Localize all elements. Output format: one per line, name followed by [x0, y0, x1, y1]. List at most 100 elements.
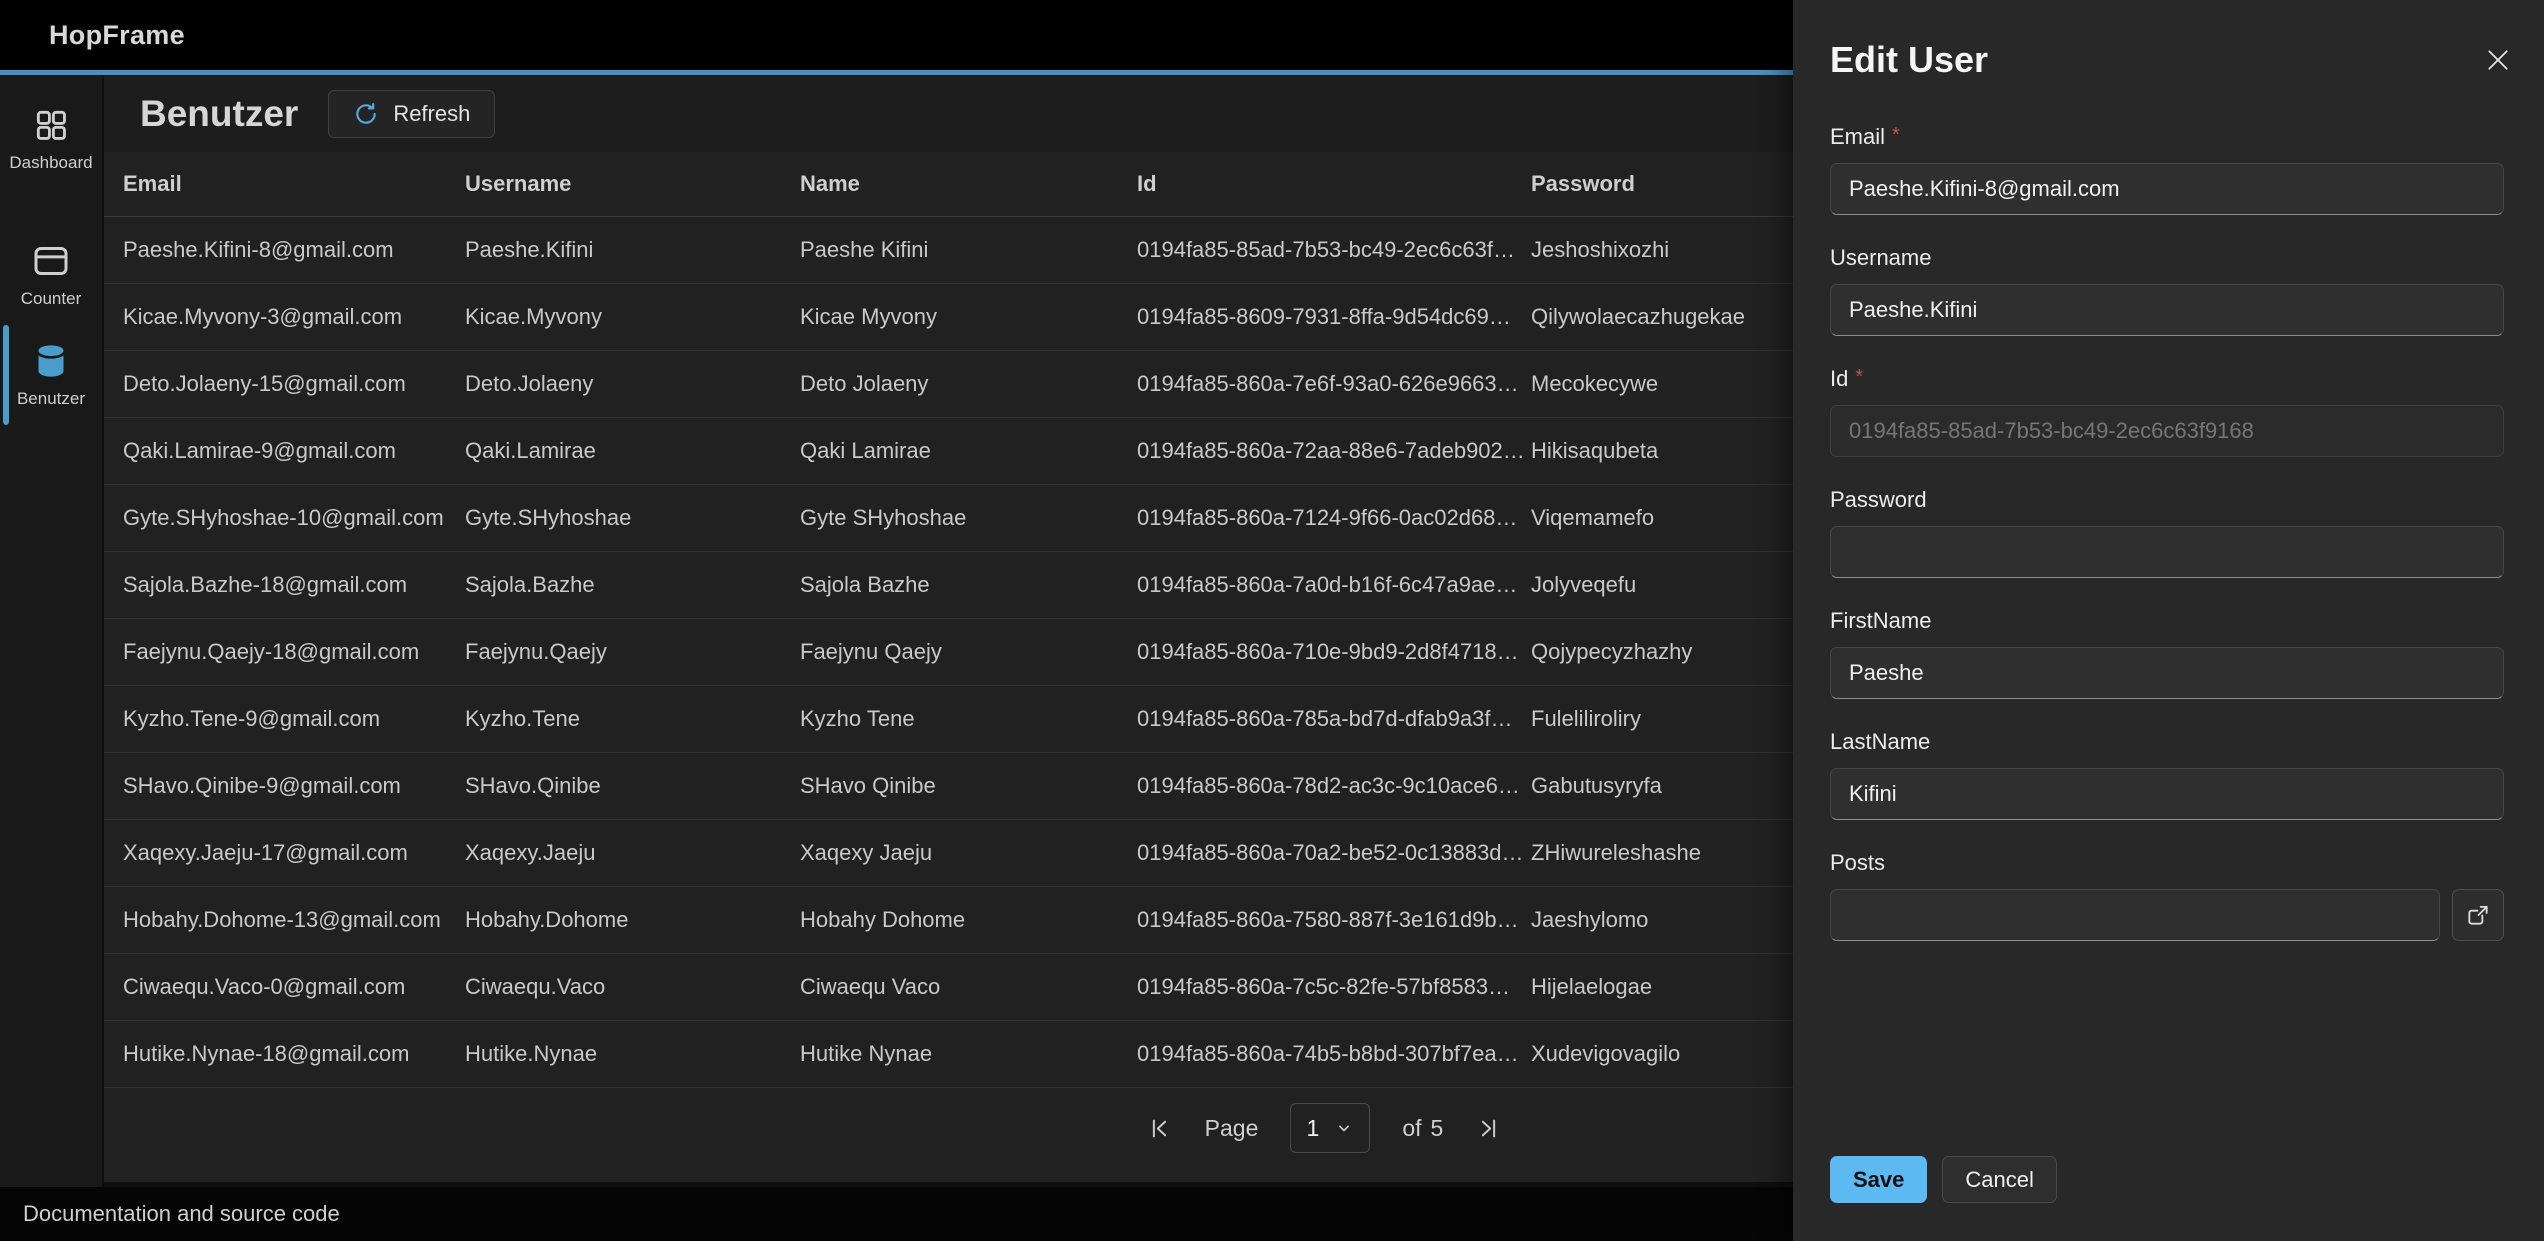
sidebar-item-dashboard[interactable]: Dashboard	[0, 97, 102, 181]
chevron-down-icon	[1334, 1118, 1354, 1138]
email-label: Email	[1830, 124, 1885, 150]
field-id: Id *	[1830, 366, 2504, 457]
refresh-icon	[353, 101, 379, 127]
posts-field[interactable]	[1830, 889, 2440, 941]
save-button[interactable]: Save	[1830, 1156, 1927, 1203]
cell-email: Sajola.Bazhe-18@gmail.com	[104, 572, 465, 598]
cell-id: 0194fa85-860a-710e-9bd9-2d8f4718…	[1137, 639, 1531, 665]
username-field[interactable]	[1830, 284, 2504, 336]
drawer-actions: Save Cancel	[1830, 1156, 2057, 1203]
firstname-label: FirstName	[1830, 608, 1931, 634]
required-asterisk: *	[1855, 366, 1863, 388]
open-external-icon	[2465, 902, 2491, 928]
page-label: Page	[1205, 1115, 1259, 1142]
field-label: Username	[1830, 245, 2504, 271]
cell-email: Xaqexy.Jaeju-17@gmail.com	[104, 840, 465, 866]
page-number-dropdown[interactable]: 1	[1290, 1103, 1370, 1153]
column-header-email: Email	[104, 171, 465, 197]
sidebar-item-label: Counter	[21, 289, 81, 309]
cell-name: Sajola Bazhe	[800, 572, 1137, 598]
sidebar-item-label: Benutzer	[17, 389, 85, 409]
cell-id: 0194fa85-860a-70a2-be52-0c13883d…	[1137, 840, 1531, 866]
drawer-title: Edit User	[1830, 38, 2504, 82]
refresh-label: Refresh	[393, 101, 470, 127]
cell-username: Hobahy.Dohome	[465, 907, 800, 933]
lastname-label: LastName	[1830, 729, 1930, 755]
id-label: Id	[1830, 366, 1848, 392]
sidebar: Dashboard Counter Benutzer	[0, 75, 102, 1187]
first-page-icon[interactable]	[1146, 1115, 1173, 1142]
sidebar-item-benutzer[interactable]: Benutzer	[0, 333, 102, 417]
cell-email: Kicae.Myvony-3@gmail.com	[104, 304, 465, 330]
cell-username: Paeshe.Kifini	[465, 237, 800, 263]
page-count: of 5	[1402, 1115, 1443, 1142]
cell-username: Kyzho.Tene	[465, 706, 800, 732]
cell-username: Faejynu.Qaejy	[465, 639, 800, 665]
posts-label: Posts	[1830, 850, 1885, 876]
app-root: HopFrame Dashboard Counter	[0, 0, 2544, 1241]
cell-username: Hutike.Nynae	[465, 1041, 800, 1067]
current-page: 1	[1306, 1115, 1319, 1142]
last-page-icon[interactable]	[1475, 1115, 1502, 1142]
refresh-button[interactable]: Refresh	[328, 90, 495, 138]
window-icon	[31, 241, 71, 281]
column-header-name: Name	[800, 171, 1137, 197]
cell-email: Kyzho.Tene-9@gmail.com	[104, 706, 465, 732]
cell-email: Qaki.Lamirae-9@gmail.com	[104, 438, 465, 464]
cell-username: Deto.Jolaeny	[465, 371, 800, 397]
cell-email: Paeshe.Kifini-8@gmail.com	[104, 237, 465, 263]
field-posts: Posts	[1830, 850, 2504, 941]
cell-email: Hutike.Nynae-18@gmail.com	[104, 1041, 465, 1067]
cell-username: Sajola.Bazhe	[465, 572, 800, 598]
documentation-link[interactable]: Documentation and source code	[23, 1201, 340, 1227]
cell-name: Faejynu Qaejy	[800, 639, 1137, 665]
cell-name: Hobahy Dohome	[800, 907, 1137, 933]
column-header-username: Username	[465, 171, 800, 197]
sidebar-item-counter[interactable]: Counter	[0, 233, 102, 317]
cell-email: Deto.Jolaeny-15@gmail.com	[104, 371, 465, 397]
cell-id: 0194fa85-860a-78d2-ac3c-9c10ace6…	[1137, 773, 1531, 799]
cell-username: Qaki.Lamirae	[465, 438, 800, 464]
field-label: Id *	[1830, 366, 2504, 392]
close-button[interactable]	[2478, 40, 2518, 80]
field-label: FirstName	[1830, 608, 2504, 634]
cell-username: Xaqexy.Jaeju	[465, 840, 800, 866]
email-field[interactable]	[1830, 163, 2504, 215]
cell-name: Ciwaequ Vaco	[800, 974, 1137, 1000]
firstname-field[interactable]	[1830, 647, 2504, 699]
password-field[interactable]	[1830, 526, 2504, 578]
field-password: Password	[1830, 487, 2504, 578]
grid-icon	[32, 105, 70, 145]
cell-email: Faejynu.Qaejy-18@gmail.com	[104, 639, 465, 665]
total-pages: 5	[1431, 1115, 1444, 1142]
field-label: Email *	[1830, 124, 2504, 150]
username-label: Username	[1830, 245, 1931, 271]
cell-email: Ciwaequ.Vaco-0@gmail.com	[104, 974, 465, 1000]
cell-email: SHavo.Qinibe-9@gmail.com	[104, 773, 465, 799]
field-username: Username	[1830, 245, 2504, 336]
id-field	[1830, 405, 2504, 457]
cell-id: 0194fa85-860a-7124-9f66-0ac02d68…	[1137, 505, 1531, 531]
cell-id: 0194fa85-860a-7c5c-82fe-57bf8583…	[1137, 974, 1531, 1000]
cell-id: 0194fa85-860a-72aa-88e6-7adeb902…	[1137, 438, 1531, 464]
cell-name: SHavo Qinibe	[800, 773, 1137, 799]
cell-name: Qaki Lamirae	[800, 438, 1137, 464]
cell-id: 0194fa85-860a-7a0d-b16f-6c47a9ae…	[1137, 572, 1531, 598]
open-posts-button[interactable]	[2452, 889, 2504, 941]
required-asterisk: *	[1892, 124, 1900, 146]
page-title: Benutzer	[140, 93, 298, 135]
cell-username: Kicae.Myvony	[465, 304, 800, 330]
lastname-field[interactable]	[1830, 768, 2504, 820]
cell-name: Hutike Nynae	[800, 1041, 1137, 1067]
cell-username: Gyte.SHyhoshae	[465, 505, 800, 531]
cancel-button[interactable]: Cancel	[1942, 1156, 2056, 1203]
column-header-id: Id	[1137, 171, 1531, 197]
cell-id: 0194fa85-85ad-7b53-bc49-2ec6c63f…	[1137, 237, 1531, 263]
cell-id: 0194fa85-860a-785a-bd7d-dfab9a3f…	[1137, 706, 1531, 732]
cell-username: SHavo.Qinibe	[465, 773, 800, 799]
field-label: Posts	[1830, 850, 2504, 876]
cell-name: Gyte SHyhoshae	[800, 505, 1137, 531]
cell-id: 0194fa85-860a-7e6f-93a0-626e9663…	[1137, 371, 1531, 397]
field-email: Email *	[1830, 124, 2504, 215]
field-firstname: FirstName	[1830, 608, 2504, 699]
